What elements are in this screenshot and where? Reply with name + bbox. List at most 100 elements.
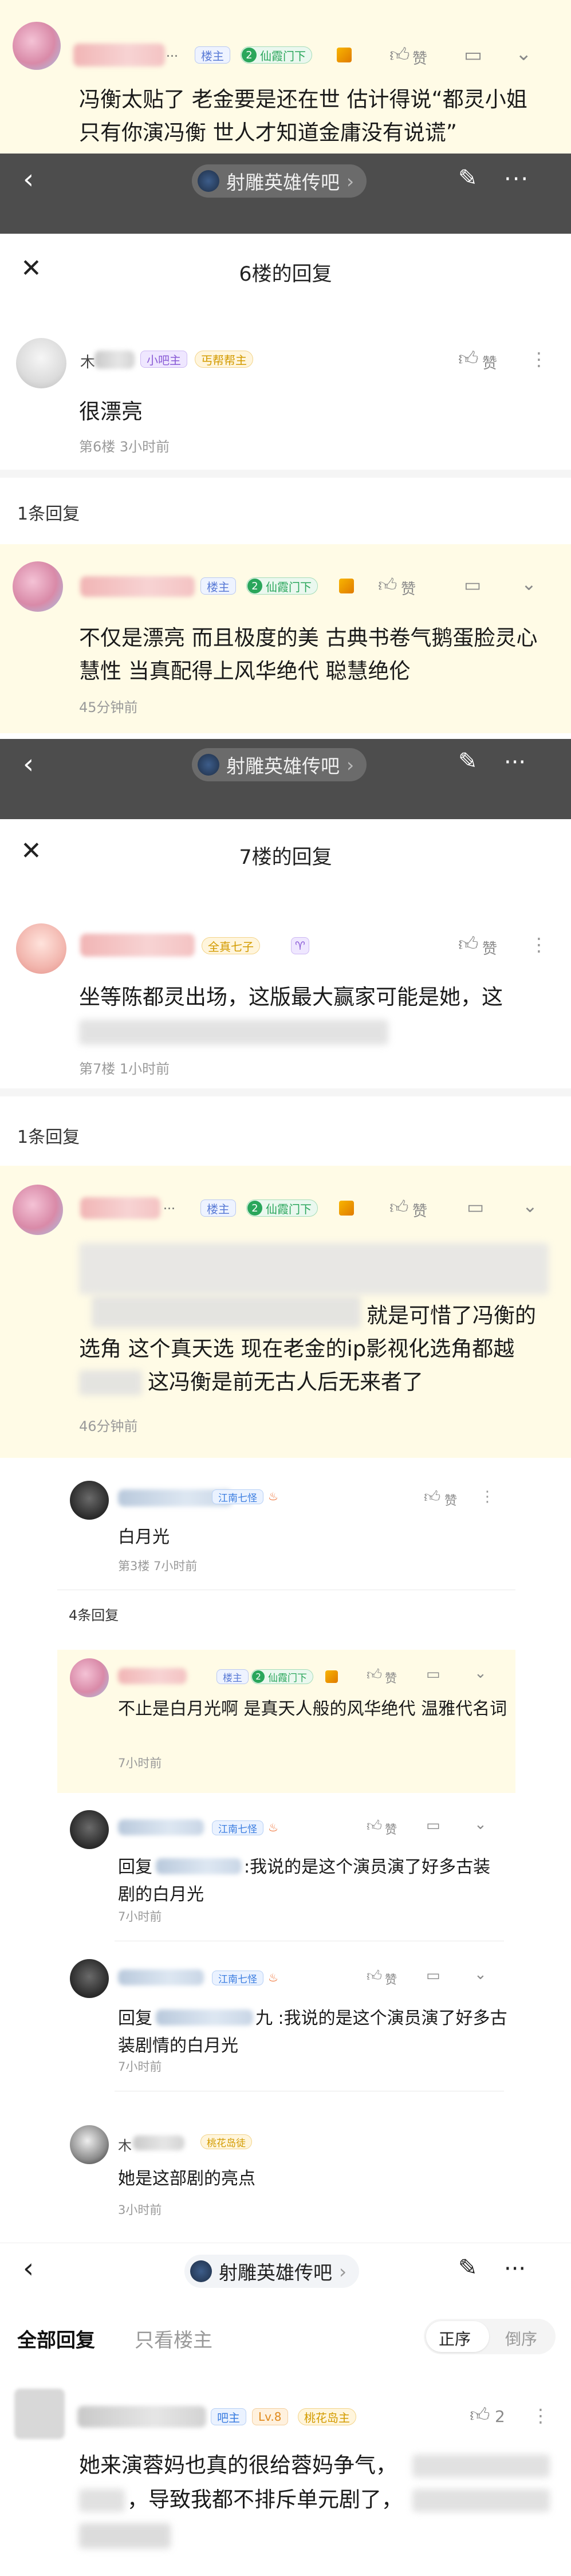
avatar[interactable] (13, 22, 61, 70)
forum-name: 射雕英雄传吧 (226, 755, 340, 777)
reply-meta: 第3楼 7小时前 (118, 1559, 198, 1573)
sort-desc-label[interactable]: 倒序 (505, 2327, 537, 2350)
more-circle-icon[interactable]: ⌄ (474, 1966, 487, 1983)
like-label[interactable]: 赞 (385, 1820, 397, 1838)
username-partial: 木 (80, 354, 96, 371)
like-label[interactable]: 赞 (412, 1199, 427, 1221)
avatar[interactable] (70, 1959, 109, 1998)
more-vertical-icon[interactable]: ⋮ (530, 934, 548, 955)
edit-icon[interactable]: ✎ (458, 748, 478, 774)
thumb-up-icon[interactable]: 👍︎ (458, 933, 479, 956)
avatar[interactable] (16, 923, 66, 974)
modal-title: 7楼的回复 (239, 846, 332, 869)
more-circle-icon[interactable]: ⌄ (515, 42, 532, 65)
forum-name: 射雕英雄传吧 (226, 171, 340, 194)
more-circle-icon[interactable]: ⌄ (522, 1195, 538, 1217)
thumb-up-icon[interactable]: 👍︎ (367, 1817, 382, 1835)
like-label[interactable]: 赞 (412, 47, 427, 68)
blurred-content (79, 1243, 549, 1295)
thumb-up-icon[interactable]: 👍︎ (389, 1196, 408, 1218)
reply-count: 1条回复 (17, 504, 80, 524)
more-icon[interactable]: ··· (504, 166, 529, 192)
more-circle-icon[interactable]: ⌄ (474, 1665, 487, 1682)
avatar[interactable] (70, 2125, 109, 2164)
more-vertical-icon[interactable]: ⋮ (530, 348, 548, 370)
avatar-blurred[interactable] (14, 2389, 65, 2439)
username-blurred (80, 576, 195, 597)
reply-icon[interactable]: ▭ (426, 1817, 440, 1834)
reply-icon[interactable]: ▭ (426, 1967, 440, 1984)
reply-icon[interactable]: ▭ (467, 1196, 484, 1218)
thumb-up-icon[interactable]: 👍︎ (367, 1666, 382, 1684)
reply-content: 白月光 (118, 1527, 170, 1547)
forum-name-pill[interactable]: 射雕英雄传吧 › (192, 164, 367, 198)
avatar[interactable] (70, 1481, 109, 1520)
avatar[interactable] (13, 1185, 63, 1235)
reply-meta: 3小时前 (118, 2203, 162, 2217)
like-label[interactable]: 赞 (482, 352, 497, 373)
thumb-up-icon[interactable]: 👍︎ (389, 44, 410, 67)
rank-badge: 桃花岛徒 (200, 2134, 252, 2149)
tab-all-replies[interactable]: 全部回复 (17, 2325, 95, 2353)
reply-icon[interactable]: ▭ (464, 574, 481, 596)
blurred-content (79, 1370, 142, 1395)
thumb-up-icon[interactable]: 👍︎ (458, 347, 479, 371)
back-arrow-icon[interactable]: ‹ (23, 748, 34, 780)
vip-icon (325, 1670, 338, 1683)
thumb-up-icon[interactable]: 👍︎ (378, 574, 397, 596)
like-label[interactable]: 赞 (385, 1669, 397, 1686)
like-label[interactable]: 赞 (444, 1490, 457, 1509)
avatar[interactable] (70, 1658, 109, 1697)
back-arrow-icon[interactable]: ‹ (23, 163, 34, 195)
like-count: 2 (495, 2407, 505, 2426)
sort-asc-label[interactable]: 正序 (439, 2327, 471, 2350)
more-icon[interactable]: ··· (504, 749, 526, 776)
rank-badge: 江南七怪 (212, 1820, 263, 1835)
back-arrow-icon[interactable]: ‹ (23, 2252, 34, 2284)
like-label[interactable]: 赞 (401, 577, 416, 599)
forum-icon (190, 2260, 212, 2282)
reply-icon[interactable]: ▭ (464, 44, 482, 66)
blurred-content (412, 2455, 550, 2477)
level-badge: Lv.8 (252, 2408, 288, 2425)
reply-content: 不仅是漂亮 而且极度的美 古典书卷气鹅蛋脸灵心慧性 当真配得上风华绝代 聪慧绝伦 (79, 626, 538, 683)
tab-louzhu-only[interactable]: 只看楼主 (135, 2325, 212, 2353)
reply-content-line: 选角 这个真天选 现在老金的ip影视化选角都越 (79, 1336, 515, 1361)
chevron-right-icon: › (339, 2260, 347, 2283)
louzhu-badge: 楼主 (216, 1669, 249, 1684)
reply-meta: 45分钟前 (79, 699, 138, 715)
more-vertical-icon[interactable]: ⋮ (531, 2405, 550, 2426)
edit-icon[interactable]: ✎ (458, 165, 478, 191)
more-circle-icon[interactable]: ⌄ (474, 1816, 487, 1833)
title-badge: 全真七子 (202, 937, 260, 954)
forum-name-pill[interactable]: 射雕英雄传吧 › (184, 2255, 360, 2288)
more-icon[interactable]: ··· (504, 2256, 526, 2282)
reply-count: 4条回复 (69, 1607, 119, 1623)
reply-content-line: 就是可惜了冯衡的 (367, 1303, 536, 1328)
vip-icon (337, 48, 352, 62)
louzhu-badge: 楼主 (195, 46, 230, 64)
username-blurred (80, 934, 195, 957)
forum-name-pill[interactable]: 射雕英雄传吧 › (192, 748, 367, 781)
level-badge: 2 仙霞门下 (246, 577, 318, 595)
username-blurred (80, 1197, 160, 1219)
more-vertical-icon[interactable]: ⋮ (480, 1488, 495, 1505)
like-label[interactable]: 赞 (482, 937, 497, 958)
modal-title: 6楼的回复 (239, 263, 332, 286)
gender-badge: ♈ (291, 937, 309, 954)
forum-icon (198, 754, 219, 776)
thumb-up-icon[interactable]: 👍︎ (424, 1487, 440, 1507)
avatar[interactable] (16, 338, 66, 388)
avatar[interactable] (13, 561, 63, 612)
username-blurred (73, 44, 165, 66)
blurred-content (79, 2489, 125, 2512)
thumb-up-icon[interactable]: 👍︎ (470, 2404, 490, 2427)
forum-name: 射雕英雄传吧 (219, 2262, 332, 2284)
like-label[interactable]: 赞 (385, 1971, 397, 1988)
reply-icon[interactable]: ▭ (426, 1666, 440, 1683)
avatar[interactable] (70, 1810, 109, 1849)
username-blurred (118, 1668, 187, 1684)
more-circle-icon[interactable]: ⌄ (521, 573, 537, 595)
edit-icon[interactable]: ✎ (458, 2255, 478, 2281)
thumb-up-icon[interactable]: 👍︎ (367, 1967, 382, 1985)
